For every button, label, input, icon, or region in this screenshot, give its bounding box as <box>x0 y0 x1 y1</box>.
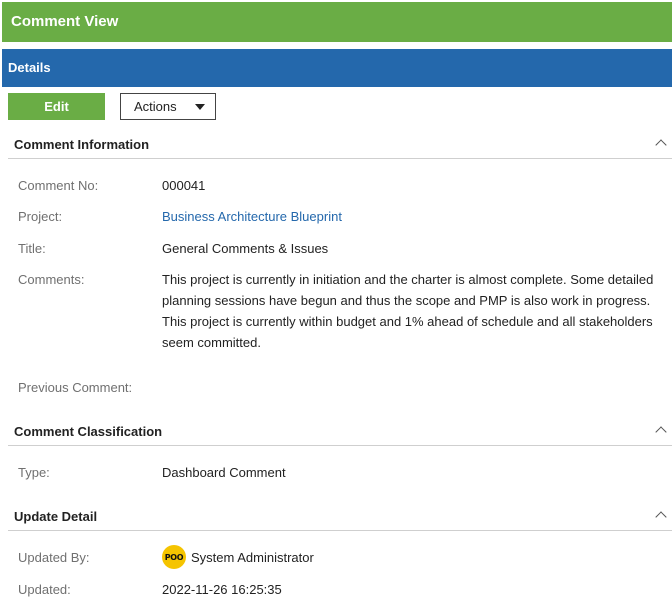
chevron-up-icon[interactable] <box>655 139 667 151</box>
type-value: Dashboard Comment <box>162 465 286 480</box>
comments-label: Comments: <box>18 272 85 287</box>
title-label: Title: <box>18 241 46 256</box>
edit-button[interactable]: Edit <box>8 93 105 120</box>
comment-no-value: 000041 <box>162 178 206 193</box>
section-update-detail[interactable]: Update Detail <box>8 507 672 531</box>
updated-value: 2022-11-26 16:25:35 <box>162 582 282 597</box>
previous-comment-label: Previous Comment: <box>18 380 133 395</box>
comment-no-label: Comment No: <box>18 178 99 193</box>
actions-label: Actions <box>134 99 177 114</box>
caret-down-icon <box>195 104 205 110</box>
page-title: Comment View <box>2 2 672 42</box>
updated-by-value: System Administrator <box>191 550 314 565</box>
chevron-up-icon[interactable] <box>655 511 667 523</box>
title-value: General Comments & Issues <box>162 241 329 256</box>
section-title: Comment Information <box>14 137 150 152</box>
details-panel-header: Details <box>2 49 672 87</box>
updated-by-label: Updated By: <box>18 550 90 565</box>
chevron-up-icon[interactable] <box>655 426 667 438</box>
type-label: Type: <box>18 465 50 480</box>
avatar-initials: POO <box>164 552 184 562</box>
section-comment-information[interactable]: Comment Information <box>8 135 672 159</box>
avatar: POO <box>162 545 186 569</box>
section-title: Update Detail <box>14 509 98 524</box>
updated-label: Updated: <box>18 582 71 597</box>
project-label: Project: <box>18 209 63 224</box>
comments-value: This project is currently in initiation … <box>162 272 654 350</box>
section-title: Comment Classification <box>14 424 163 439</box>
section-comment-classification[interactable]: Comment Classification <box>8 422 672 446</box>
actions-dropdown[interactable]: Actions <box>120 93 216 120</box>
project-link[interactable]: Business Architecture Blueprint <box>162 209 342 224</box>
